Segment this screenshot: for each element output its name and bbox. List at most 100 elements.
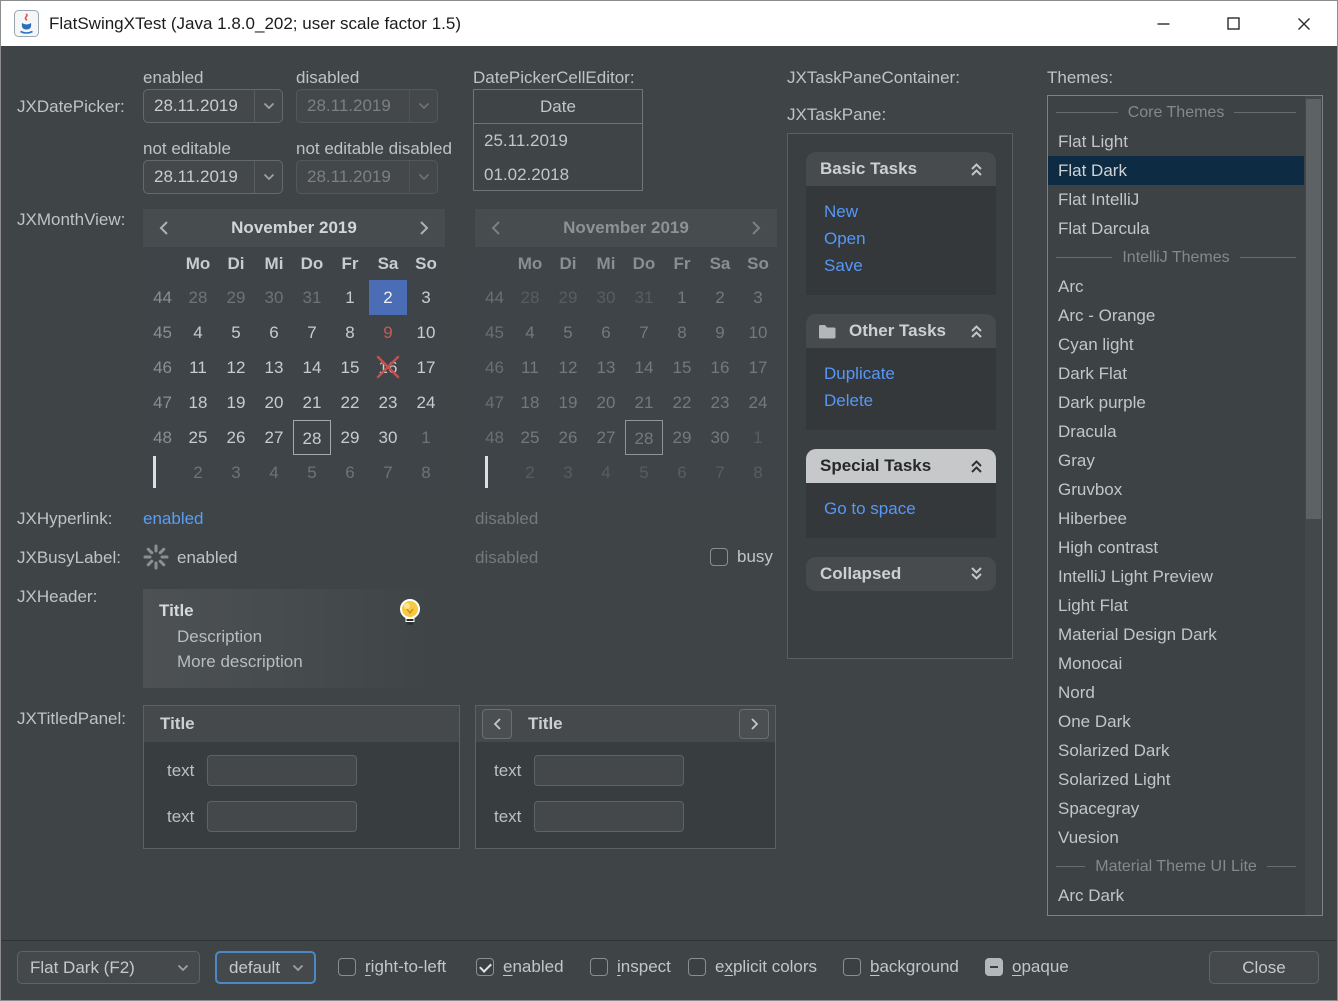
chevron-down-icon[interactable] (254, 161, 282, 193)
font-combobox[interactable]: default (215, 951, 316, 984)
expand-chevron-icon[interactable] (969, 566, 984, 582)
calendar-day[interactable]: 5 (217, 315, 255, 350)
text-field[interactable] (207, 755, 357, 786)
calendar-day[interactable]: 9 (369, 315, 407, 350)
theme-item[interactable]: Gray (1048, 446, 1304, 475)
checkbox-opaque[interactable]: opaque (985, 953, 1069, 981)
chevron-left-button[interactable] (482, 709, 512, 739)
calendar-day[interactable]: 18 (179, 385, 217, 420)
calendar-day[interactable]: 6 (331, 455, 369, 490)
calendar-day[interactable]: 26 (217, 420, 255, 455)
theme-item[interactable]: Light Flat (1048, 591, 1304, 620)
calendar-day[interactable]: 3 (217, 455, 255, 490)
checkbox-explicit-colors[interactable]: explicit colors (688, 953, 817, 981)
calendar-day[interactable]: 29 (331, 420, 369, 455)
calendar-day[interactable]: 23 (369, 385, 407, 420)
prev-month-button[interactable] (143, 220, 185, 236)
task-link[interactable]: Save (824, 252, 996, 279)
calendar-day[interactable]: 24 (407, 385, 445, 420)
datepicker-value[interactable]: 28.11.2019 (144, 161, 254, 193)
checkbox-box[interactable] (985, 958, 1003, 976)
monthview-enabled[interactable]: November 2019MoDiMiDoFrSaSo4428293031123… (143, 209, 445, 494)
collapse-chevron-icon[interactable] (969, 323, 984, 339)
calendar-day[interactable]: 22 (331, 385, 369, 420)
collapse-chevron-icon[interactable] (969, 161, 984, 177)
theme-combobox[interactable]: Flat Dark (F2) (17, 951, 200, 984)
task-link[interactable]: Duplicate (824, 360, 996, 387)
calendar-day[interactable]: 13 (255, 350, 293, 385)
themes-list[interactable]: Core ThemesFlat LightFlat DarkFlat Intel… (1047, 95, 1323, 916)
minimize-button[interactable] (1140, 1, 1187, 46)
calendar-day[interactable]: 16 (369, 350, 407, 385)
checkbox-box[interactable] (476, 958, 494, 976)
taskpane-header[interactable]: Special Tasks (806, 449, 996, 483)
calendar-day[interactable]: 27 (255, 420, 293, 455)
theme-item[interactable]: Gruvbox (1048, 475, 1304, 504)
task-link[interactable]: Open (824, 225, 996, 252)
table-row[interactable]: 25.11.2019 (474, 124, 642, 158)
calendar-day[interactable]: 2 (369, 280, 407, 315)
checkbox-box[interactable] (338, 958, 356, 976)
next-month-button[interactable] (403, 220, 445, 236)
checkbox-inspect[interactable]: inspect (590, 953, 671, 981)
checkbox-background[interactable]: background (843, 953, 959, 981)
calendar-day[interactable]: 21 (293, 385, 331, 420)
theme-item[interactable]: Hiberbee (1048, 504, 1304, 533)
calendar-day[interactable]: 19 (217, 385, 255, 420)
calendar-day[interactable]: 14 (293, 350, 331, 385)
datepicker-not-editable[interactable]: 28.11.2019 (143, 160, 283, 194)
checkbox-box[interactable] (710, 548, 728, 566)
theme-item[interactable]: Nord (1048, 678, 1304, 707)
calendar-day[interactable]: 8 (407, 455, 445, 490)
checkbox-enabled[interactable]: enabled (476, 953, 564, 981)
calendar-day[interactable]: 30 (255, 280, 293, 315)
theme-item[interactable]: Flat Dark (1048, 156, 1304, 185)
theme-item[interactable]: Flat Darcula (1048, 214, 1304, 243)
calendar-day[interactable]: 28 (179, 280, 217, 315)
calendar-day[interactable]: 7 (369, 455, 407, 490)
text-field[interactable] (534, 801, 684, 832)
close-window-button[interactable] (1280, 1, 1327, 46)
calendar-day[interactable]: 1 (331, 280, 369, 315)
checkbox-busy[interactable]: busy (710, 543, 773, 571)
theme-item[interactable]: One Dark (1048, 707, 1304, 736)
calendar-day[interactable]: 31 (293, 280, 331, 315)
task-link[interactable]: Delete (824, 387, 996, 414)
task-link[interactable]: Go to space (824, 495, 996, 522)
calendar-day[interactable]: 29 (217, 280, 255, 315)
theme-item[interactable]: Arc (1048, 272, 1304, 301)
theme-item[interactable]: Arc Dark Contrast (1048, 910, 1304, 916)
calendar-day[interactable]: 15 (331, 350, 369, 385)
theme-item[interactable]: IntelliJ Light Preview (1048, 562, 1304, 591)
theme-item[interactable]: Vuesion (1048, 823, 1304, 852)
calendar-day[interactable]: 12 (217, 350, 255, 385)
theme-item[interactable]: High contrast (1048, 533, 1304, 562)
taskpane-header[interactable]: Basic Tasks (806, 152, 996, 186)
calendar-day[interactable]: 5 (293, 455, 331, 490)
theme-item[interactable]: Dark purple (1048, 388, 1304, 417)
calendar-day[interactable]: 20 (255, 385, 293, 420)
theme-item[interactable]: Solarized Light (1048, 765, 1304, 794)
chevron-down-icon[interactable] (254, 90, 282, 122)
calendar-day[interactable]: 1 (407, 420, 445, 455)
checkbox-box[interactable] (688, 958, 706, 976)
theme-item[interactable]: Flat IntelliJ (1048, 185, 1304, 214)
calendar-day[interactable]: 30 (369, 420, 407, 455)
collapse-chevron-icon[interactable] (969, 458, 984, 474)
calendar-day[interactable]: 8 (331, 315, 369, 350)
maximize-button[interactable] (1210, 1, 1257, 46)
theme-item[interactable]: Monocai (1048, 649, 1304, 678)
theme-item[interactable]: Material Design Dark (1048, 620, 1304, 649)
calendar-day[interactable]: 4 (255, 455, 293, 490)
checkbox-box[interactable] (843, 958, 861, 976)
calendar-day[interactable]: 3 (407, 280, 445, 315)
calendar-day[interactable]: 7 (293, 315, 331, 350)
calendar-day[interactable]: 28 (293, 420, 331, 455)
theme-item[interactable]: Arc Dark (1048, 881, 1304, 910)
taskpane-header[interactable]: Collapsed (806, 557, 996, 591)
task-link[interactable]: New (824, 198, 996, 225)
calendar-day[interactable]: 25 (179, 420, 217, 455)
theme-item[interactable]: Flat Light (1048, 127, 1304, 156)
datepicker-value[interactable]: 28.11.2019 (144, 90, 254, 122)
taskpane-header[interactable]: Other Tasks (806, 314, 996, 348)
